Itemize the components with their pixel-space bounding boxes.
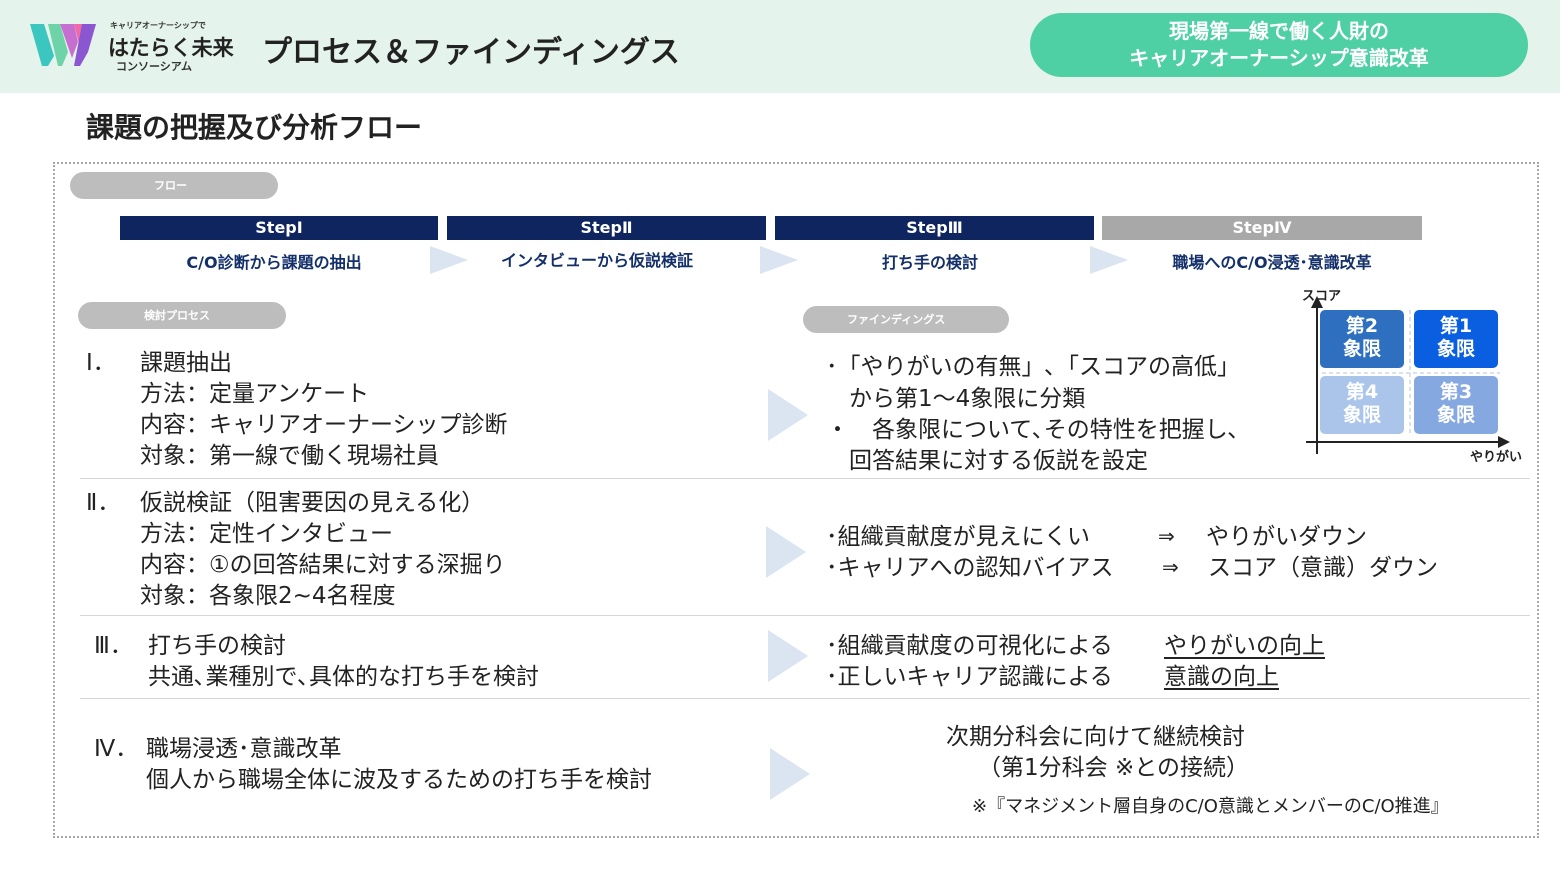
step-arrow-icon: [1090, 246, 1128, 274]
theme-badge-line2: キャリアオーナーシップ意識改革: [1129, 46, 1429, 70]
w-logo-icon: [30, 24, 96, 66]
logo-tagline: キャリアオーナーシップで: [110, 21, 206, 30]
step-3-bar: StepⅢ: [775, 216, 1094, 240]
quadrant-1-label: 第1: [1439, 315, 1473, 337]
header-bar: キャリアオーナーシップで はたらく未来 コンソーシアム プロセス＆ファインディン…: [0, 0, 1560, 93]
row-4-arrow-icon: [770, 748, 810, 800]
quadrant-4-label: 象限: [1342, 404, 1381, 426]
implies-arrow: ⇒: [1162, 555, 1179, 579]
step-2-desc: インタビューから仮説検証: [500, 251, 693, 270]
flow-pill: フロー: [70, 172, 278, 199]
quadrant-2: 第2 象限: [1320, 310, 1404, 368]
quadrant-1-label: 象限: [1436, 338, 1475, 360]
row-3-line: 共通､業種別で､具体的な打ち手を検討: [148, 664, 539, 690]
row-1-arrow-icon: [768, 389, 808, 441]
findings-pill: ファインディングス: [803, 306, 1009, 333]
row-2-number: Ⅱ．: [86, 490, 121, 516]
section-title: 課題の把握及び分析フロー: [86, 111, 423, 144]
row-3-finding: ･組織貢献度の可視化による: [826, 633, 1113, 659]
row-divider: [80, 698, 1530, 699]
quadrant-4-label: 第4: [1345, 381, 1379, 403]
step-1-desc: C/O診断から課題の抽出: [186, 253, 362, 272]
row-1-line: 方法：定量アンケート: [140, 381, 370, 407]
row-1-finding: から第1～4象限に分類: [826, 386, 1086, 412]
row-4-finding: 次期分科会に向けて継続検討: [946, 724, 1245, 750]
quadrant-1: 第1 象限: [1414, 310, 1498, 368]
quadrant-3: 第3 象限: [1414, 376, 1498, 434]
page-title: プロセス＆ファインディングス: [262, 35, 680, 70]
row-1-finding: ・ 各象限について､その特性を把握し､: [826, 417, 1240, 443]
row-1-finding: ･「やりがいの有無」､「スコアの高低」: [826, 354, 1240, 380]
step-4-bar: StepⅣ: [1102, 216, 1422, 240]
row-4-note: ※『マネジメント層自身のC/O意識とメンバーのC/O推進』: [972, 796, 1449, 817]
row-divider: [80, 478, 1530, 479]
row-3-result: やりがいの向上: [1164, 633, 1325, 659]
row-1-line: 対象：第一線で働く現場社員: [140, 443, 439, 469]
row-2-result: スコア（意識）ダウン: [1208, 555, 1438, 581]
row-2-line: 内容：①の回答結果に対する深掘り: [140, 552, 506, 578]
step-2-bar: StepⅡ: [447, 216, 766, 240]
process-pill: 検討プロセス: [78, 302, 286, 329]
step-3-desc: 打ち手の検討: [881, 253, 978, 272]
step-arrow-icon: [760, 246, 798, 274]
quadrant-2-label: 象限: [1342, 338, 1381, 360]
quadrant-4: 第4 象限: [1320, 376, 1404, 434]
row-3-title: 打ち手の検討: [148, 633, 286, 659]
logo-subname: コンソーシアム: [116, 60, 193, 73]
row-1-number: Ⅰ．: [86, 350, 116, 376]
row-2-title: 仮説検証（阻害要因の見える化）: [140, 490, 485, 516]
theme-badge: 現場第一線で働く人財の キャリアオーナーシップ意識改革: [1030, 13, 1528, 77]
row-2-finding: ･組織貢献度が見えにくい: [826, 524, 1091, 550]
row-2-arrow-icon: [766, 526, 806, 578]
consortium-logo[interactable]: キャリアオーナーシップで はたらく未来 コンソーシアム: [30, 18, 234, 74]
row-4-number: Ⅳ．: [94, 736, 139, 762]
row-4-title: 職場浸透･意識改革: [146, 736, 342, 762]
row-1-finding: 回答結果に対する仮説を設定: [826, 448, 1148, 474]
row-2-line: 方法：定性インタビュー: [140, 521, 393, 547]
row-2-result: やりがいダウン: [1206, 524, 1367, 550]
row-2-line: 対象：各象限2~4名程度: [140, 583, 396, 609]
quadrant-3-label: 象限: [1436, 404, 1475, 426]
step-1-bar: StepⅠ: [120, 216, 438, 240]
row-3-arrow-icon: [768, 630, 808, 682]
row-1-line: 内容：キャリアオーナーシップ診断: [140, 412, 508, 438]
row-4-line: 個人から職場全体に波及するための打ち手を検討: [146, 767, 652, 793]
row-2-finding: ･キャリアへの認知バイアス: [826, 555, 1114, 581]
row-3-finding: ･正しいキャリア認識による: [826, 664, 1113, 690]
row-4-finding: （第1分科会 ※との接続）: [978, 755, 1249, 781]
row-3-result: 意識の向上: [1164, 664, 1279, 690]
row-divider: [80, 615, 1530, 616]
implies-arrow: ⇒: [1158, 524, 1175, 548]
quadrant-2-label: 第2: [1345, 315, 1379, 337]
row-1-title: 課題抽出: [140, 350, 232, 376]
step-4-desc: 職場へのC/O浸透･意識改革: [1172, 253, 1372, 272]
step-arrow-icon: [430, 246, 468, 274]
quadrant-3-label: 第3: [1439, 381, 1473, 403]
theme-badge-line1: 現場第一線で働く人財の: [1169, 19, 1389, 43]
row-3-number: Ⅲ．: [94, 633, 133, 659]
